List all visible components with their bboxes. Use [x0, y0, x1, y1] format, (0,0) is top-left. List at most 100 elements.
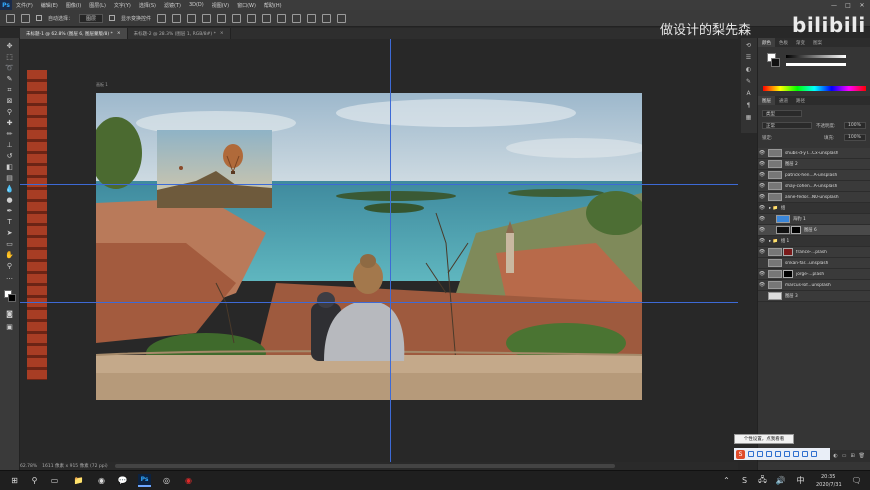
- menu-layer[interactable]: 图层(L): [85, 2, 110, 9]
- ime-punct-icon[interactable]: [757, 451, 763, 457]
- layer-row[interactable]: 👁 france-...plash: [758, 247, 870, 258]
- eye-icon[interactable]: 👁: [758, 238, 766, 244]
- eye-icon[interactable]: 👁: [758, 161, 766, 167]
- layer-row[interactable]: 👁 patrick-hen...A-unsplash: [758, 170, 870, 181]
- close-window-button[interactable]: ✕: [855, 0, 869, 10]
- eye-icon[interactable]: 👁: [758, 227, 766, 233]
- layer-filter-dropdown[interactable]: 类型: [762, 110, 802, 117]
- menu-type[interactable]: 文字(Y): [110, 2, 135, 9]
- wechat-icon[interactable]: 💬: [116, 474, 129, 487]
- gradient-tool-icon[interactable]: ▤: [4, 174, 15, 182]
- ime-tools-icon[interactable]: [802, 451, 808, 457]
- move-tool-icon[interactable]: ✥: [4, 42, 15, 50]
- history-brush-tool-icon[interactable]: ↺: [4, 152, 15, 160]
- layer-row[interactable]: 👁 图层 2: [758, 159, 870, 170]
- zoom-level[interactable]: 62.78%: [20, 464, 37, 469]
- notification-icon[interactable]: 🗨: [850, 474, 863, 487]
- sogou-ime-icon[interactable]: S: [736, 449, 745, 459]
- volume-icon[interactable]: 🔊: [774, 474, 787, 487]
- tab-swatches[interactable]: 色板: [775, 38, 792, 47]
- menu-filter[interactable]: 滤镜(T): [160, 2, 185, 9]
- type-tool-icon[interactable]: T: [4, 218, 15, 226]
- document-info[interactable]: 1611 像素 x 915 像素 (72 ppi): [42, 463, 108, 469]
- 3d-mode-slide-icon[interactable]: [322, 13, 332, 23]
- distribute-icon[interactable]: [247, 13, 257, 23]
- task-view-icon[interactable]: ▭: [48, 474, 61, 487]
- ime-emoji-icon[interactable]: [766, 451, 772, 457]
- tab-document-1[interactable]: 未标题-1 @ 62.8% (图层 6, 图层蒙版/8) * ×: [20, 28, 128, 39]
- layer-row[interactable]: 👁 aline-fedor...N0-unsplash: [758, 192, 870, 203]
- libraries-panel-icon[interactable]: ▦: [744, 114, 753, 121]
- layer-row[interactable]: 👁 marcus-lof...unsplash: [758, 280, 870, 291]
- layer-row[interactable]: srikan-far...unsplash: [758, 258, 870, 269]
- quick-select-tool-icon[interactable]: ✎: [4, 75, 15, 83]
- layer-row[interactable]: 👁 海豹 1: [758, 214, 870, 225]
- blur-tool-icon[interactable]: 💧: [4, 185, 15, 193]
- close-icon[interactable]: ×: [117, 31, 121, 36]
- eye-icon[interactable]: 👁: [758, 183, 766, 189]
- align-center-icon[interactable]: [172, 13, 182, 23]
- layer-row[interactable]: 👁 shubs-d-yT...Cx-unsplash: [758, 148, 870, 159]
- tray-up-icon[interactable]: ⌃: [720, 474, 733, 487]
- clock-time[interactable]: 20:35: [821, 474, 835, 480]
- color-slider-1[interactable]: [786, 55, 846, 58]
- menu-3d[interactable]: 3D(D): [185, 2, 208, 8]
- menu-image[interactable]: 图像(I): [62, 2, 85, 9]
- show-transform-checkbox[interactable]: [109, 15, 116, 21]
- eye-icon[interactable]: 👁: [758, 194, 766, 200]
- fill-field[interactable]: 100%: [844, 134, 866, 141]
- paragraph-panel-icon[interactable]: ¶: [744, 102, 753, 109]
- adjustments-panel-icon[interactable]: ◐: [744, 66, 753, 73]
- character-panel-icon[interactable]: A: [744, 90, 753, 97]
- layer-mask-thumbnail[interactable]: [783, 270, 793, 278]
- horizontal-guide-top[interactable]: [20, 184, 738, 185]
- 3d-mode-rotate-icon[interactable]: [277, 13, 287, 23]
- network-icon[interactable]: 🖧: [756, 474, 769, 487]
- menu-select[interactable]: 选择(S): [135, 2, 160, 9]
- document-canvas[interactable]: [96, 93, 642, 400]
- eye-icon[interactable]: 👁: [758, 271, 766, 277]
- lasso-tool-icon[interactable]: ➰: [4, 64, 15, 72]
- brush-panel-icon[interactable]: ✎: [744, 78, 753, 85]
- layer-group-row[interactable]: 👁 ▸ 📁 组 1: [758, 236, 870, 247]
- background-color-swatch[interactable]: [8, 294, 16, 302]
- layer-row[interactable]: 👁 jorge-...plash: [758, 269, 870, 280]
- quick-mask-icon[interactable]: ◙: [4, 310, 15, 318]
- eye-icon[interactable]: 👁: [758, 216, 766, 222]
- opacity-field[interactable]: 100%: [844, 122, 866, 129]
- menu-window[interactable]: 窗口(W): [233, 2, 260, 9]
- eraser-tool-icon[interactable]: ◧: [4, 163, 15, 171]
- new-layer-icon[interactable]: ⊞: [850, 453, 854, 459]
- layer-mask-thumbnail[interactable]: [783, 248, 793, 256]
- align-top-icon[interactable]: [202, 13, 212, 23]
- crop-tool-icon[interactable]: ⌗: [4, 86, 15, 94]
- marquee-tool-icon[interactable]: ⬚: [4, 53, 15, 61]
- menu-help[interactable]: 帮助(H): [260, 2, 286, 9]
- tab-document-2[interactable]: 未标题-2 @ 28.3% (图层 1, RGB/8#) * ×: [127, 28, 231, 39]
- background-color-chip[interactable]: [771, 58, 780, 67]
- eye-icon[interactable]: 👁: [758, 150, 766, 156]
- tab-paths[interactable]: 路径: [792, 96, 809, 105]
- canvas-workspace[interactable]: 画板 1: [20, 39, 738, 462]
- more-options-icon[interactable]: [262, 13, 272, 23]
- eye-icon[interactable]: 👁: [758, 249, 766, 255]
- netease-music-icon[interactable]: ◉: [182, 474, 195, 487]
- layer-mask-thumbnail[interactable]: [791, 226, 801, 234]
- ime-keyboard-icon[interactable]: [784, 451, 790, 457]
- path-select-tool-icon[interactable]: ➤: [4, 229, 15, 237]
- 3d-mode-roll-icon[interactable]: [292, 13, 302, 23]
- menu-edit[interactable]: 编辑(E): [37, 2, 62, 9]
- align-left-icon[interactable]: [157, 13, 167, 23]
- ime-language-icon[interactable]: 中: [794, 474, 807, 487]
- new-group-icon[interactable]: ▭: [842, 453, 847, 459]
- 3d-mode-pan-icon[interactable]: [307, 13, 317, 23]
- zoom-tool-icon[interactable]: ⚲: [4, 262, 15, 270]
- align-right-icon[interactable]: [187, 13, 197, 23]
- dodge-tool-icon[interactable]: ●: [4, 196, 15, 204]
- chrome-icon[interactable]: ◉: [95, 474, 108, 487]
- shape-tool-icon[interactable]: ▭: [4, 240, 15, 248]
- menu-file[interactable]: 文件(F): [12, 2, 37, 9]
- maximize-button[interactable]: □: [841, 0, 855, 10]
- tray-sougou-icon[interactable]: S: [738, 474, 751, 487]
- tab-layers[interactable]: 图层: [758, 96, 775, 105]
